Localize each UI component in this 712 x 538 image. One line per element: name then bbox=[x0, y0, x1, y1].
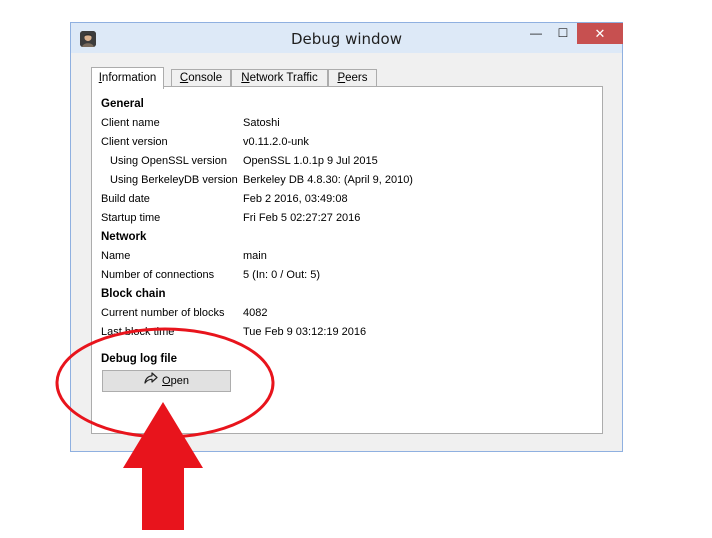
tab-peers[interactable]: Peers bbox=[328, 69, 377, 87]
client-name-label: Client name bbox=[101, 117, 160, 129]
berkeleydb-label: Using BerkeleyDB version bbox=[110, 174, 238, 186]
maximize-button[interactable]: ☐ bbox=[550, 23, 576, 44]
maximize-icon: ☐ bbox=[557, 26, 569, 40]
blockchain-heading: Block chain bbox=[101, 288, 166, 300]
startup-time-value: Fri Feb 5 02:27:27 2016 bbox=[243, 212, 361, 224]
tab-console[interactable]: Console bbox=[171, 69, 231, 87]
client-name-value: Satoshi bbox=[243, 117, 280, 129]
information-panel: General Client name Satoshi Client versi… bbox=[91, 86, 603, 434]
open-debug-log-button[interactable]: Open bbox=[102, 370, 231, 392]
openssl-label: Using OpenSSL version bbox=[110, 155, 227, 167]
build-date-value: Feb 2 2016, 03:49:08 bbox=[243, 193, 348, 205]
network-name-value: main bbox=[243, 250, 267, 262]
build-date-label: Build date bbox=[101, 193, 150, 205]
share-arrow-icon bbox=[144, 371, 158, 391]
client-version-label: Client version bbox=[101, 136, 168, 148]
last-block-time-label: Last block time bbox=[101, 326, 175, 338]
close-icon: ✕ bbox=[594, 26, 606, 41]
network-name-label: Name bbox=[101, 250, 131, 262]
last-block-time-value: Tue Feb 9 03:12:19 2016 bbox=[243, 326, 367, 338]
tab-information[interactable]: Information bbox=[91, 67, 164, 89]
close-button[interactable]: ✕ bbox=[577, 23, 623, 44]
connections-label: Number of connections bbox=[101, 269, 215, 281]
openssl-value: OpenSSL 1.0.1p 9 Jul 2015 bbox=[243, 155, 378, 167]
startup-time-label: Startup time bbox=[101, 212, 161, 224]
block-count-value: 4082 bbox=[243, 307, 268, 319]
client-version-value: v0.11.2.0-unk bbox=[243, 136, 309, 148]
tab-network-traffic[interactable]: Network Traffic bbox=[231, 69, 328, 87]
network-heading: Network bbox=[101, 231, 147, 243]
berkeleydb-value: Berkeley DB 4.8.30: (April 9, 2010) bbox=[243, 174, 413, 186]
minimize-icon: — bbox=[530, 26, 542, 40]
title-bar[interactable]: Debug window — ☐ ✕ bbox=[71, 23, 623, 53]
block-count-label: Current number of blocks bbox=[101, 307, 225, 319]
connections-value: 5 (In: 0 / Out: 5) bbox=[243, 269, 321, 281]
debug-log-heading: Debug log file bbox=[101, 353, 178, 365]
general-heading: General bbox=[101, 98, 144, 110]
minimize-button[interactable]: — bbox=[523, 23, 549, 44]
debug-window: Debug window — ☐ ✕ Information Console N… bbox=[70, 22, 623, 452]
